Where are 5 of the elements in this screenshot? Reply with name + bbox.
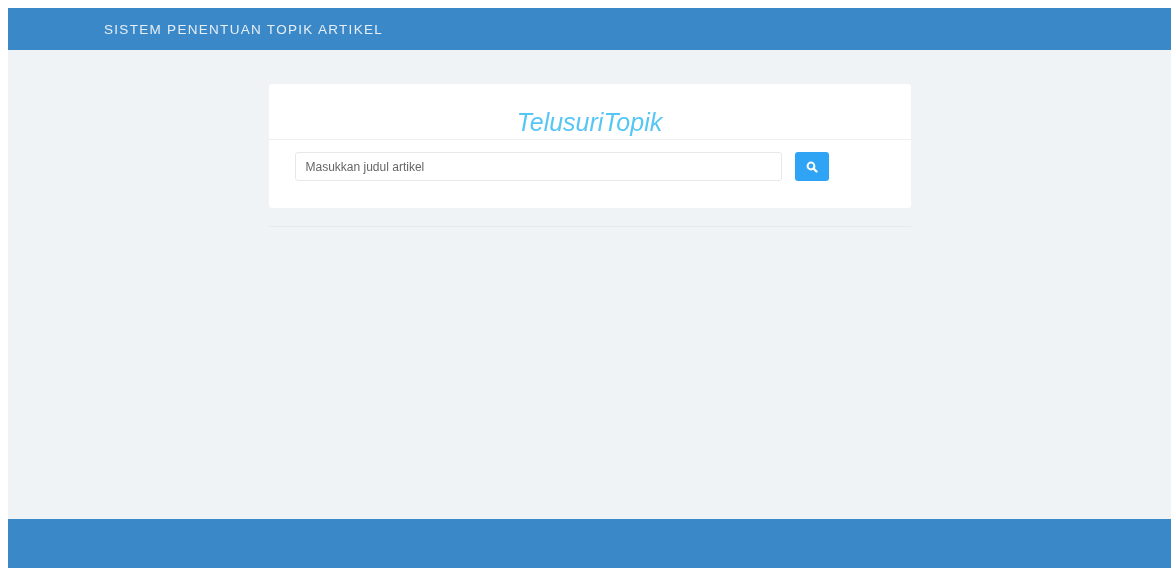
search-field[interactable]: Masukkan judul artikel <box>294 152 782 181</box>
search-icon <box>805 160 818 173</box>
search-button[interactable] <box>794 152 829 181</box>
app-title: SISTEM PENENTUAN TOPIK ARTIKEL <box>104 21 384 37</box>
card-title: TelusuriTopik <box>516 108 663 137</box>
